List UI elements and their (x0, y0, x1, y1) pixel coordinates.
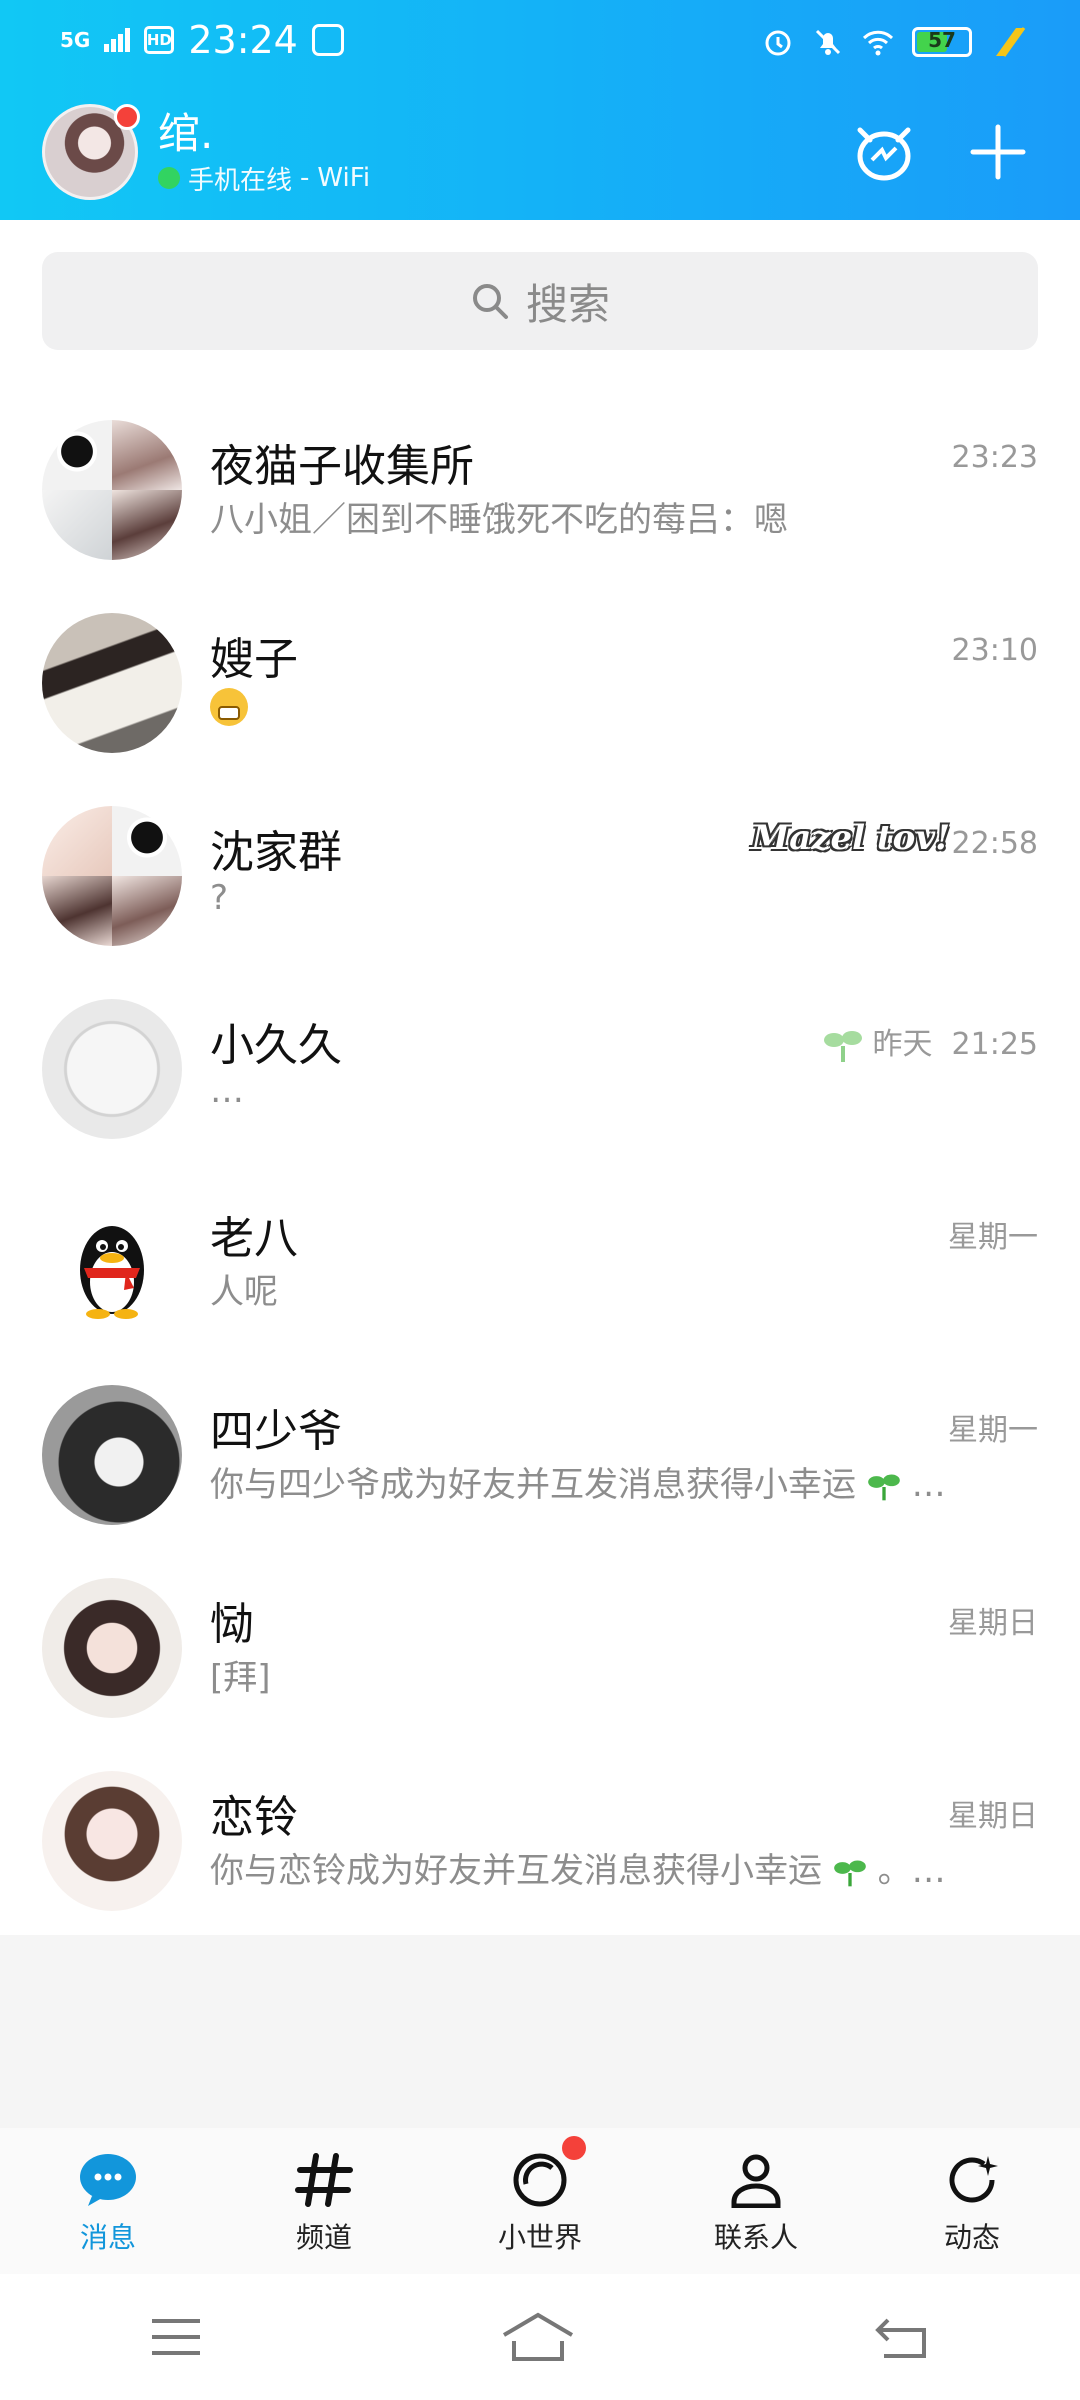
chat-name: 老八 (210, 1213, 298, 1264)
contact-avatar (42, 1771, 182, 1911)
chat-item-sao-zi[interactable]: 嫂子 23:10 (0, 575, 1080, 768)
chat-item-si-shao-ye[interactable]: 四少爷 你与四少爷成为好友并互发消息获得小幸运 … 星期一 (0, 1347, 1080, 1540)
chat-item-lian-ling[interactable]: 恋铃 你与恋铃成为好友并互发消息获得小幸运 。… 星期日 (0, 1733, 1080, 1926)
chat-preview: 你与恋铃成为好友并互发消息获得小幸运 。… (210, 1851, 946, 1891)
app-header: 5G HD 23:24 57 绾. 手机在线 - WiFi (0, 0, 1080, 220)
chat-bubble-icon (80, 2154, 136, 2206)
tab-channels[interactable]: 频道 (216, 2128, 432, 2274)
tab-activity[interactable]: 动态 (864, 2128, 1080, 2274)
chat-time: 星期一 (948, 1220, 1038, 1255)
message-list-panel: 搜索 夜猫子收集所 八小姐／困到不睡饿死不吃的莓吕：嗯 23:23 嫂子 23:… (0, 220, 1080, 1935)
app-notification-icon (311, 24, 344, 56)
online-dot-icon (158, 167, 180, 189)
sprout-icon (867, 1474, 900, 1500)
chat-time: 星期一 (948, 1413, 1038, 1448)
chat-time: 星期日 (948, 1799, 1038, 1834)
chat-preview: [拜] (210, 1658, 271, 1698)
mazel-tov-badge: Mazel tov! (751, 818, 950, 858)
contact-avatar (42, 1385, 182, 1525)
cat-mascot-icon (857, 127, 911, 181)
menu-icon[interactable] (148, 2315, 204, 2359)
alarm-icon (765, 30, 791, 56)
online-status[interactable]: 手机在线 - WiFi (158, 160, 370, 197)
tab-small-world[interactable]: 小世界 (432, 2128, 648, 2274)
chat-time: 23:23 (951, 440, 1038, 475)
tab-contacts[interactable]: 联系人 (648, 2128, 864, 2274)
chat-item-xiao-jiu-jiu[interactable]: 小久久 … 昨天 21:25 (0, 961, 1080, 1154)
profile-name: 绾. (158, 108, 214, 158)
group-avatar (42, 420, 182, 560)
back-icon[interactable] (872, 2312, 932, 2362)
chat-item-ye-mao-zi[interactable]: 夜猫子收集所 八小姐／困到不睡饿死不吃的莓吕：嗯 23:23 (0, 382, 1080, 575)
chat-time: 昨天 21:25 (823, 1019, 1038, 1064)
tab-messages[interactable]: 消息 (0, 2128, 216, 2274)
hashtag-icon (295, 2153, 353, 2207)
chat-preview: ? (210, 878, 229, 918)
profile-section[interactable]: 绾. 手机在线 - WiFi (42, 104, 370, 200)
chat-name: 嫂子 (210, 634, 298, 685)
chat-preview: 你与四少爷成为好友并互发消息获得小幸运 … (210, 1465, 946, 1505)
penguin-avatar (42, 1192, 182, 1332)
chat-time: 23:10 (951, 633, 1038, 668)
chat-time: 22:58 (951, 826, 1038, 861)
refresh-star-icon (949, 2156, 998, 2203)
group-avatar (42, 806, 182, 946)
chat-item-lao-ba[interactable]: 老八 人呢 星期一 (0, 1154, 1080, 1347)
chat-preview: 人呢 (210, 1272, 278, 1312)
signal-icon (104, 28, 131, 52)
sprout-icon (833, 1860, 866, 1886)
penguin-icon (80, 1226, 144, 1319)
battery-indicator: 57 (912, 27, 972, 57)
status-bar: 5G HD 23:24 57 (0, 0, 1080, 85)
chat-name: 恸 (210, 1599, 254, 1650)
chat-preview: 八小姐／困到不睡饿死不吃的莓吕：嗯 (210, 500, 788, 540)
grinning-face-icon (210, 687, 248, 726)
chat-item-tong[interactable]: 恸 [拜] 星期日 (0, 1540, 1080, 1733)
planet-icon (513, 2153, 567, 2207)
mute-icon (815, 29, 841, 55)
sprout-icon (823, 1030, 862, 1062)
charging-icon (996, 27, 1026, 57)
chat-name: 恋铃 (210, 1792, 298, 1843)
contact-avatar (42, 613, 182, 753)
status-time: 23:24 (188, 18, 298, 62)
search-icon (472, 284, 508, 319)
notification-dot (114, 104, 140, 130)
chat-name: 沈家群 (210, 827, 342, 878)
wifi-icon (862, 30, 894, 56)
chat-preview (210, 685, 248, 726)
chat-item-shen-jia-qun[interactable]: 沈家群 ? Mazel tov! 22:58 (0, 768, 1080, 961)
contact-avatar (42, 1578, 182, 1718)
system-navigation-bar (0, 2274, 1080, 2400)
notification-dot (562, 2136, 586, 2160)
hd-badge: HD (144, 26, 175, 54)
chat-list: 夜猫子收集所 八小姐／困到不睡饿死不吃的莓吕：嗯 23:23 嫂子 23:10 … (0, 382, 1080, 1926)
bottom-tab-bar: 消息 频道 小世界 联系人 动态 (0, 2128, 1080, 2274)
chat-time: 星期日 (948, 1606, 1038, 1641)
mascot-button[interactable] (852, 120, 916, 184)
add-button[interactable] (966, 120, 1030, 184)
search-bar[interactable]: 搜索 (42, 252, 1038, 350)
network-indicator: 5G (60, 28, 91, 52)
person-icon (731, 2154, 781, 2208)
home-icon[interactable] (500, 2311, 576, 2363)
chat-name: 小久久 (210, 1020, 342, 1071)
chat-name: 夜猫子收集所 (210, 441, 474, 492)
contact-avatar (42, 999, 182, 1139)
chat-preview: … (210, 1071, 244, 1111)
search-placeholder: 搜索 (525, 279, 610, 329)
chat-name: 四少爷 (210, 1406, 342, 1457)
plus-icon (970, 124, 1026, 180)
